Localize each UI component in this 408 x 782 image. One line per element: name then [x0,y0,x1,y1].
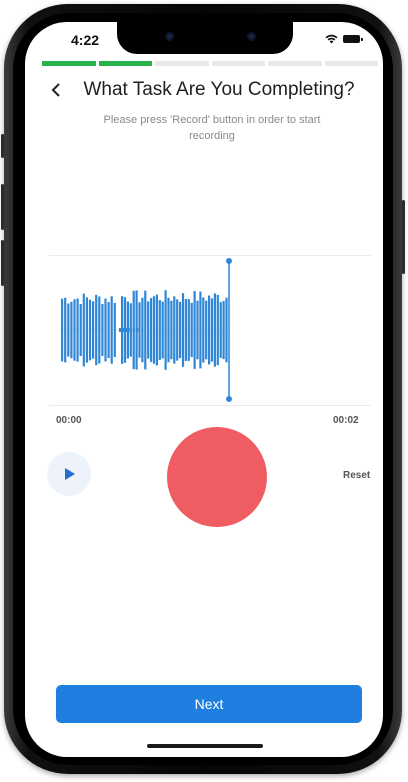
waveform-bar [176,299,179,361]
waveform-bar [173,296,176,364]
app-screen: 4:22 What Task Are You Completing? Pleas… [25,22,383,757]
play-button[interactable] [47,452,91,496]
page-title: What Task Are You Completing? [83,79,355,100]
waveform-bar [225,297,228,363]
playhead-handle[interactable] [226,258,232,264]
status-time: 4:22 [71,32,100,48]
playhead-handle[interactable] [226,396,232,402]
waveform-bar [222,300,225,360]
battery-icon [343,35,363,43]
waveform-bottom-divider [49,405,371,406]
waveform-bar [61,298,64,362]
waveform-bar [101,304,104,356]
next-button[interactable]: Next [56,685,362,723]
home-indicator [147,744,263,748]
camera-notch [117,22,293,54]
record-button[interactable] [167,427,267,527]
power-button [402,200,405,274]
waveform-bar [82,293,85,367]
waveform-bar [170,300,173,360]
waveform-bar [202,297,205,363]
waveform-bar [132,290,135,370]
waveform-bar [129,303,132,357]
waveform-bar [219,302,222,358]
side-button [1,134,4,158]
waveform-bar [104,298,107,362]
waveform-bar [216,294,219,366]
waveform-bar [126,301,129,359]
wifi-icon [325,34,338,44]
waveform-bar [98,296,101,364]
waveform-bar [67,303,70,357]
progress-segment [42,61,96,66]
play-icon [65,468,75,480]
waveform-bar [147,301,150,359]
progress-segment [155,61,209,66]
waveform-bar [187,299,190,361]
waveform-bar [123,297,127,363]
waveform-bar [210,298,214,362]
waveform-bar [95,294,98,366]
waveform-bar [141,297,144,363]
sensor-icon [247,32,256,41]
waveform-bar [121,296,124,364]
waveform-bar [155,294,158,366]
waveform-bar [144,290,147,370]
front-camera-icon [165,32,174,41]
waveform-bar [152,296,156,364]
waveform-bar [119,328,122,332]
waveform-bar [184,299,187,361]
instruction-text: Please press 'Record' button in order to… [103,114,321,142]
waveform-bar [205,300,208,360]
progress-segment [98,61,152,66]
waveform-bar [113,302,116,358]
progress-segment [268,61,322,66]
elapsed-time: 00:00 [56,415,82,426]
waveform-bar [190,302,193,358]
waveform-bar [199,291,202,369]
reset-button[interactable]: Reset [343,470,370,481]
audio-waveform [59,258,232,402]
waveform-bar [135,290,138,370]
step-progress-bar [42,61,378,66]
waveform-bar [70,301,73,359]
waveform-bar [92,301,95,359]
waveform-bar [64,297,67,363]
waveform-bar [179,301,182,359]
waveform-bar [73,299,76,361]
total-time: 00:02 [333,415,359,426]
waveform-bar [107,301,110,359]
waveform-bar [158,300,161,360]
waveform-bar [161,301,164,359]
waveform-bar [150,298,153,362]
waveform-bar [76,298,79,362]
waveform-bar [181,293,185,367]
waveform-bar [85,297,88,363]
waveform-bar [88,299,92,361]
waveform-bar [196,300,199,360]
waveform-bar [208,295,211,365]
waveform-bar [164,290,167,370]
volume-down-button [1,240,4,286]
waveform-bar [138,302,141,358]
progress-segment [324,61,378,66]
progress-segment [211,61,265,66]
volume-up-button [1,184,4,230]
waveform-bar [110,296,113,364]
waveform-bar [79,303,82,357]
waveform-bar [167,297,170,363]
waveform-bar [213,293,216,367]
waveform-bar [193,291,196,369]
